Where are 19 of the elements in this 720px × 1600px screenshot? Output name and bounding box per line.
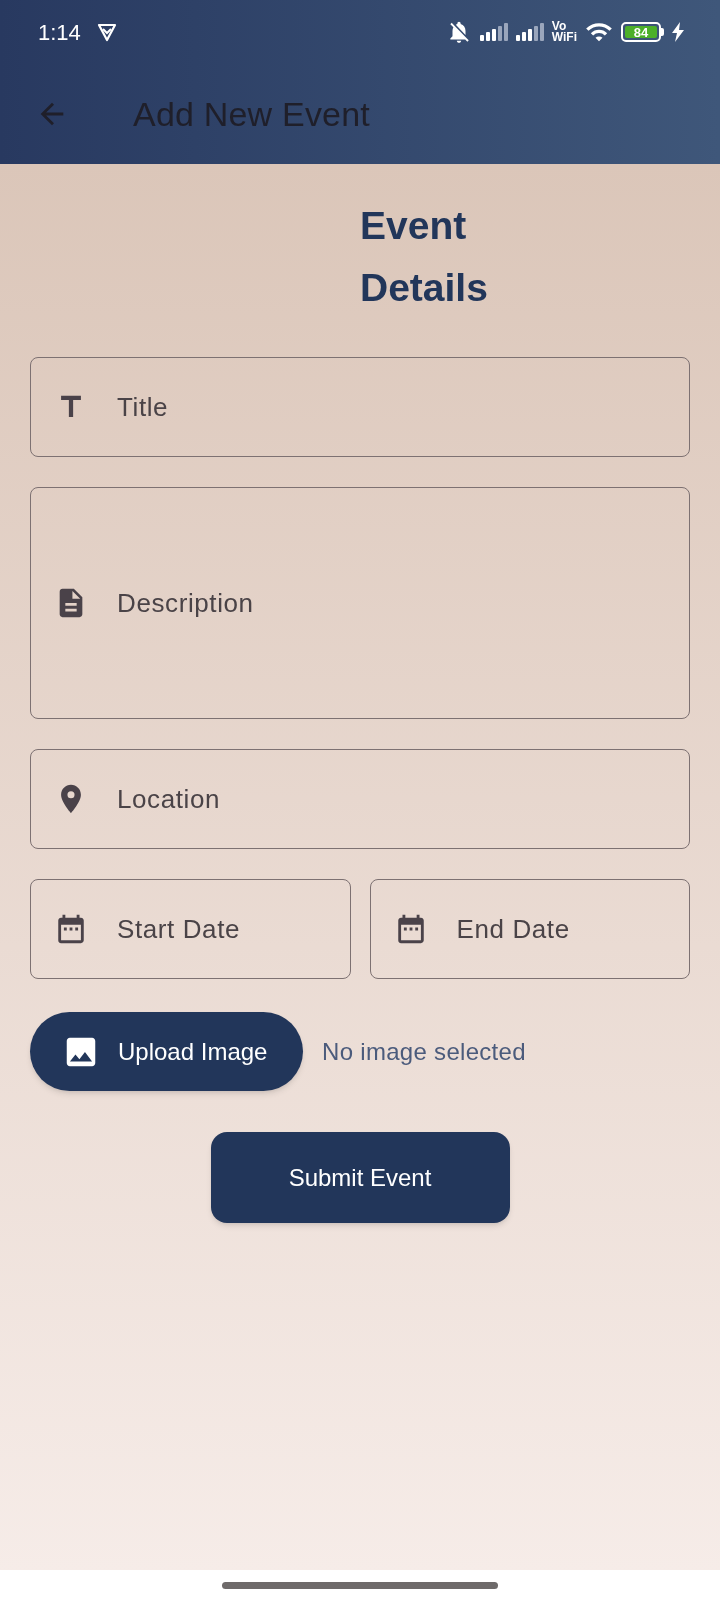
signal-icon <box>479 23 508 41</box>
input-field[interactable]: Title <box>30 357 690 457</box>
battery-percent: 84 <box>633 25 649 39</box>
page-title: Add New Event <box>133 93 370 135</box>
textarea-field[interactable]: Description <box>30 487 690 719</box>
date-field[interactable]: End Date <box>369 879 690 979</box>
input-field[interactable]: Location <box>30 749 690 849</box>
status-time: 1:14 <box>38 18 81 47</box>
vowifi-label: WiFi <box>551 32 577 43</box>
submit-button[interactable]: Submit Event <box>210 1132 510 1223</box>
lightning-bolt-icon <box>672 22 684 42</box>
triangle-chevron-icon <box>96 22 117 42</box>
gesture-bar[interactable] <box>222 1581 498 1589</box>
upload-image-button[interactable]: Upload Image <box>30 1012 303 1091</box>
vowifi-label: Vo <box>551 21 567 32</box>
signal-icon <box>515 23 544 41</box>
date-field[interactable]: Start Date <box>30 879 351 979</box>
upload-status-text: No image selected <box>322 1036 526 1067</box>
section-heading: Event Details <box>360 203 489 311</box>
